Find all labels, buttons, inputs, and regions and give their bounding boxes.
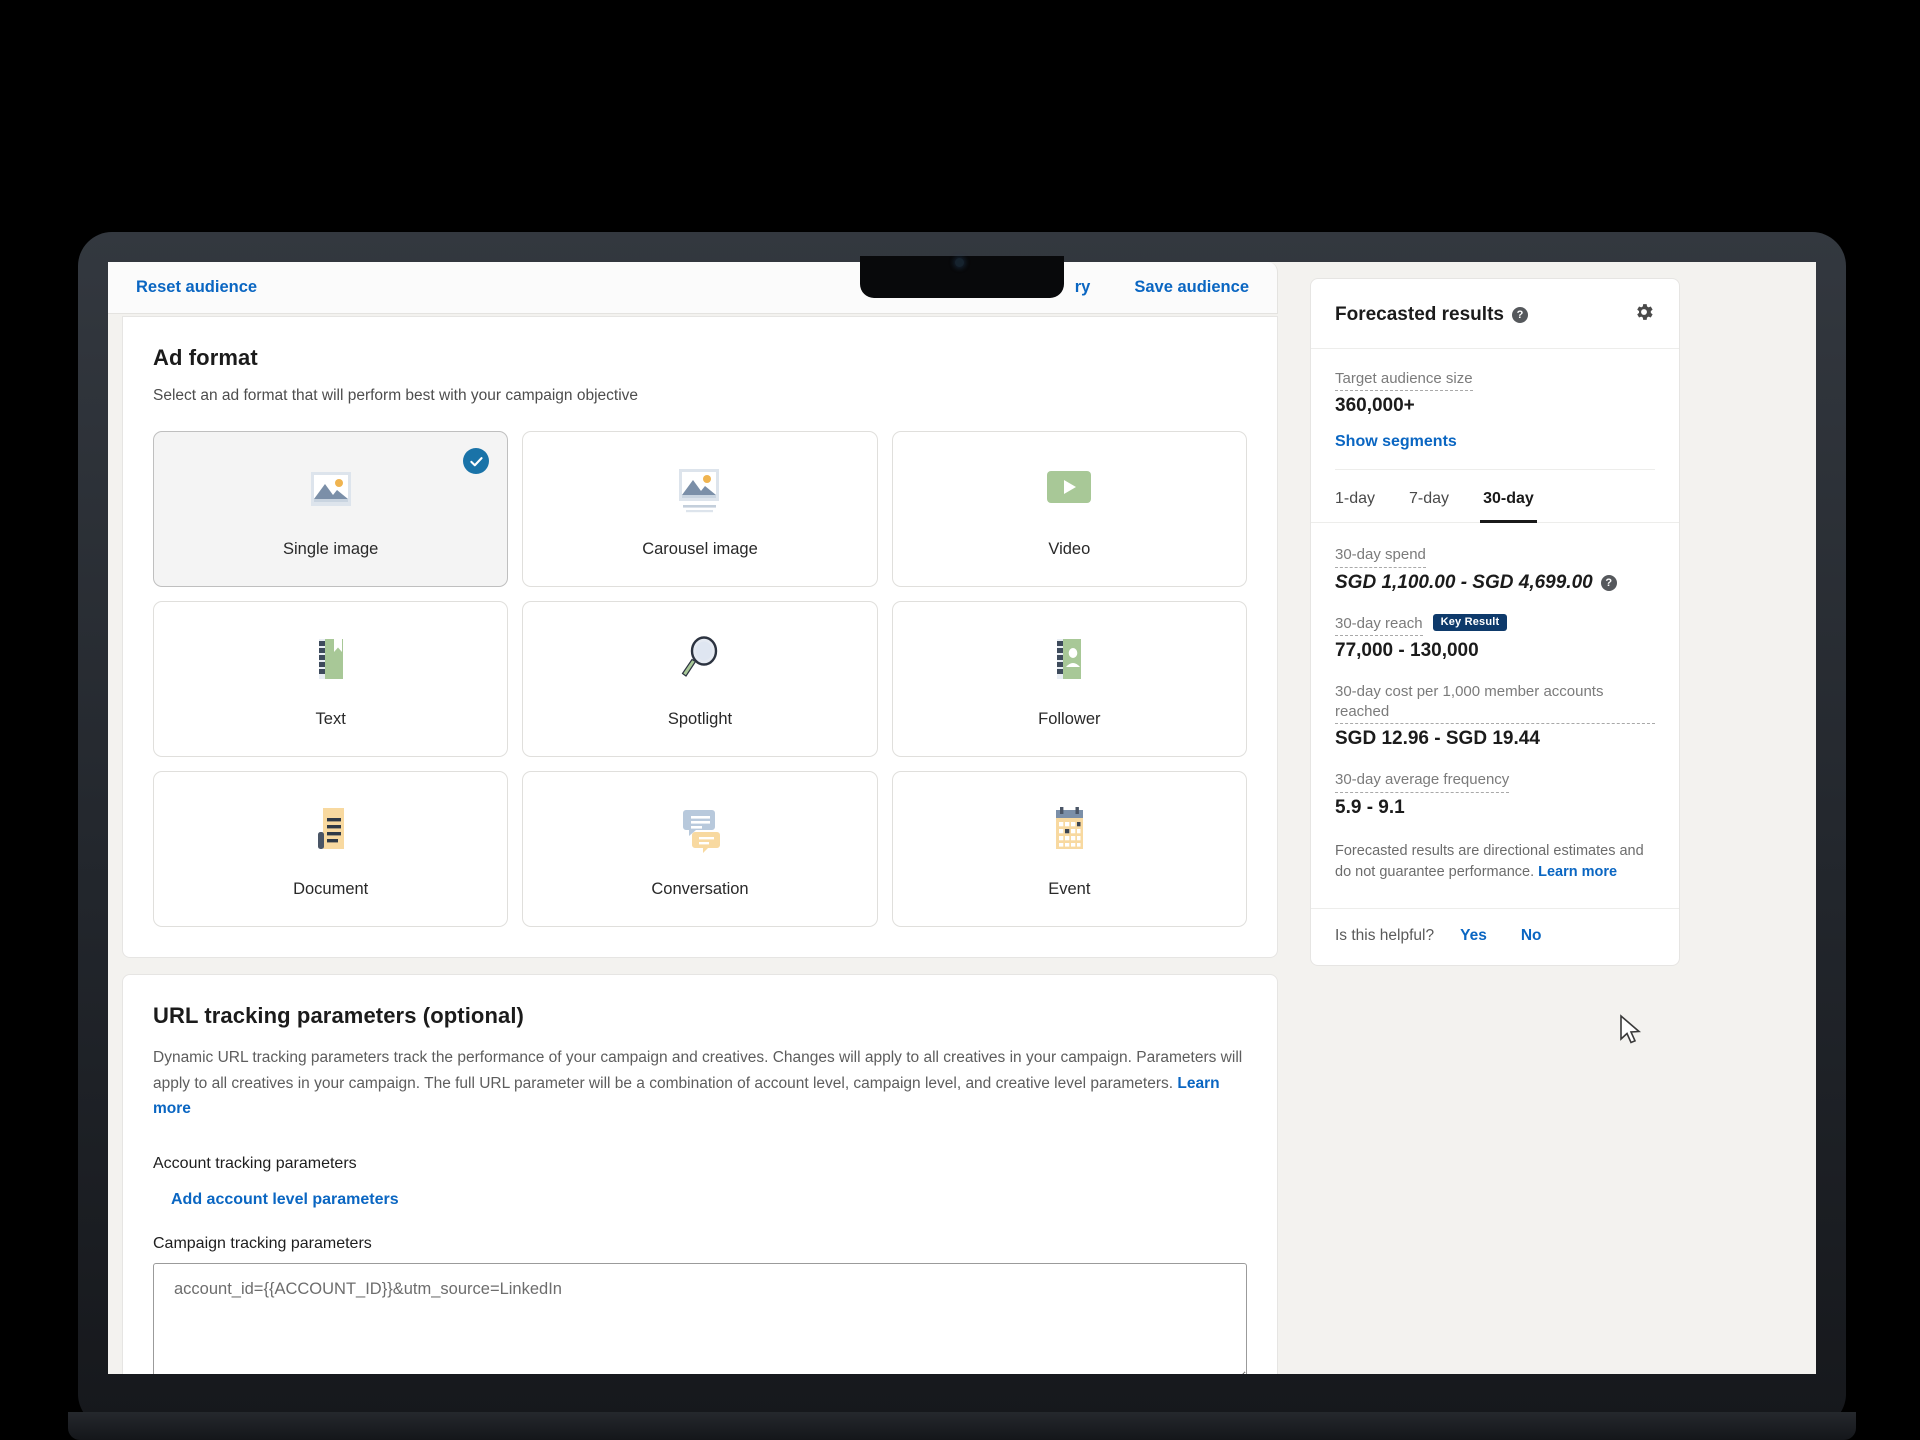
forecast-metric-value-row: 77,000 - 130,000 [1335,640,1655,662]
ad-format-option-label: Event [1048,879,1091,898]
save-audience-button[interactable]: Save audience [1134,278,1249,297]
forecast-metric-value-row: SGD 1,100.00 - SGD 4,699.00? [1335,572,1655,594]
forecast-metric-value: SGD 1,100.00 - SGD 4,699.00 [1335,571,1593,593]
forecast-tab-1-day[interactable]: 1-day [1335,474,1375,522]
spotlight-magnifier-icon [673,630,727,688]
text-ad-icon [304,630,358,688]
forecast-title: Forecasted results [1335,303,1504,325]
add-account-level-parameters-link[interactable]: Add account level parameters [171,1191,399,1209]
show-segments-link[interactable]: Show segments [1335,433,1457,451]
document-icon [304,800,358,858]
forecast-tab-7-day[interactable]: 7-day [1409,474,1449,522]
page-title: Ad format [153,345,258,370]
ad-format-option-label: Carousel image [642,539,758,558]
forecast-disclaimer: Forecasted results are directional estim… [1335,841,1655,905]
forecast-tab-30-day[interactable]: 30-day [1480,474,1537,524]
forecast-metric: 30-day spend SGD 1,100.00 - SGD 4,699.00? [1335,545,1655,593]
question-mark-icon[interactable]: ? [1511,306,1528,323]
ad-format-option-conversation[interactable]: Conversation [522,771,878,928]
selected-check-icon [463,448,490,475]
forecast-metric: 30-day average frequency 5.9 - 9.1 [1335,770,1655,818]
ad-format-option-label: Follower [1038,709,1101,728]
reset-audience-button[interactable]: Reset audience [136,278,257,297]
conversation-icon [673,800,727,858]
ad-format-option-text[interactable]: Text [153,601,509,758]
gear-icon[interactable] [1633,301,1655,328]
account-tracking-label: Account tracking parameters [153,1154,357,1172]
forecast-metric-value: SGD 12.96 - SGD 19.44 [1335,728,1540,750]
helpful-yes-button[interactable]: Yes [1460,927,1487,945]
campaign-tracking-parameters-input[interactable] [153,1262,1247,1374]
main-content-column: Ad format Select an ad format that will … [122,316,1278,1374]
app-page: Reset audience ry Save audience Ad forma… [108,262,1816,1374]
ad-format-option-label: Video [1048,539,1091,558]
forecast-metric-value-row: 5.9 - 9.1 [1335,797,1655,819]
ad-format-option-spotlight[interactable]: Spotlight [522,601,878,758]
laptop-screen: Reset audience ry Save audience Ad forma… [108,262,1816,1374]
ad-format-option-single-image[interactable]: Single image [153,431,509,588]
ad-format-option-carousel-image[interactable]: Carousel image [522,431,878,588]
forecast-metric-label: 30-day reach [1335,614,1423,636]
ad-format-option-label: Spotlight [667,709,733,728]
ad-format-option-document[interactable]: Document [153,771,509,928]
audience-action-bar: Reset audience ry Save audience [108,262,1278,314]
status-badge: Key Result [1432,613,1508,631]
forecast-audience-block: Target audience size 360,000+ Show segme… [1311,349,1679,474]
ad-format-option-label: Document [293,879,369,898]
forecast-metric-value-row: SGD 12.96 - SGD 19.44 [1335,728,1655,750]
laptop-camera-lens [955,258,964,267]
forecast-metrics-block: 30-day spend SGD 1,100.00 - SGD 4,699.00?… [1311,523,1679,908]
forecast-header: Forecasted results ? [1311,279,1679,349]
url-tracking-title: URL tracking parameters (optional) [153,1003,524,1029]
url-tracking-description-text: Dynamic URL tracking parameters track th… [153,1049,1243,1092]
campaign-tracking-label: Campaign tracking parameters [153,1234,372,1252]
target-audience-size-value: 360,000+ [1335,395,1415,417]
forecast-metric-value: 77,000 - 130,000 [1335,639,1479,661]
mouse-cursor [1620,1014,1642,1044]
obscured-button-fragment[interactable]: ry [1075,278,1091,297]
ad-format-card: Ad format Select an ad format that will … [122,316,1278,959]
url-tracking-card: URL tracking parameters (optional) Dynam… [122,974,1278,1374]
ad-format-option-video[interactable]: Video [891,431,1247,588]
event-calendar-icon [1042,800,1096,858]
ad-format-option-label: Single image [282,539,379,558]
helpful-question-label: Is this helpful? [1335,927,1435,944]
helpful-no-button[interactable]: No [1521,927,1542,945]
follower-icon [1042,630,1096,688]
forecasted-results-panel: Forecasted results ? Target audience siz… [1310,278,1680,966]
url-tracking-description: Dynamic URL tracking parameters track th… [153,1045,1247,1120]
forecast-metric-value: 5.9 - 9.1 [1335,796,1405,818]
ad-format-grid: Single image Carousel image Video Text Spot… [153,431,1247,928]
ad-format-option-label: Conversation [651,879,749,898]
forecast-metrics-list: 30-day spend SGD 1,100.00 - SGD 4,699.00?… [1335,545,1655,818]
target-audience-size-label: Target audience size [1335,369,1473,392]
ad-format-option-label: Text [315,709,346,728]
ad-format-option-follower[interactable]: Follower [891,601,1247,758]
ad-format-option-event[interactable]: Event [891,771,1247,928]
forecast-helpful-row: Is this helpful? Yes No [1311,908,1679,965]
forecast-disclaimer-learn-more-link[interactable]: Learn more [1538,864,1617,880]
forecast-metric-label: 30-day average frequency [1335,770,1510,793]
forecast-divider [1335,469,1655,471]
forecast-metric-label: 30-day cost per 1,000 member accounts re… [1335,682,1655,725]
forecast-metric: 30-day reach Key Result 77,000 - 130,000 [1335,613,1655,662]
forecast-metric-label: 30-day spend [1335,545,1426,568]
carousel-image-icon [673,460,727,518]
video-icon [1041,460,1097,518]
forecast-timeframe-tabs: 1-day 7-day 30-day [1311,474,1679,524]
single-image-icon [304,460,358,518]
question-mark-icon[interactable]: ? [1600,574,1617,591]
ad-format-subtitle: Select an ad format that will perform be… [153,387,639,404]
forecast-metric: 30-day cost per 1,000 member accounts re… [1335,682,1655,751]
laptop-base [68,1412,1856,1440]
